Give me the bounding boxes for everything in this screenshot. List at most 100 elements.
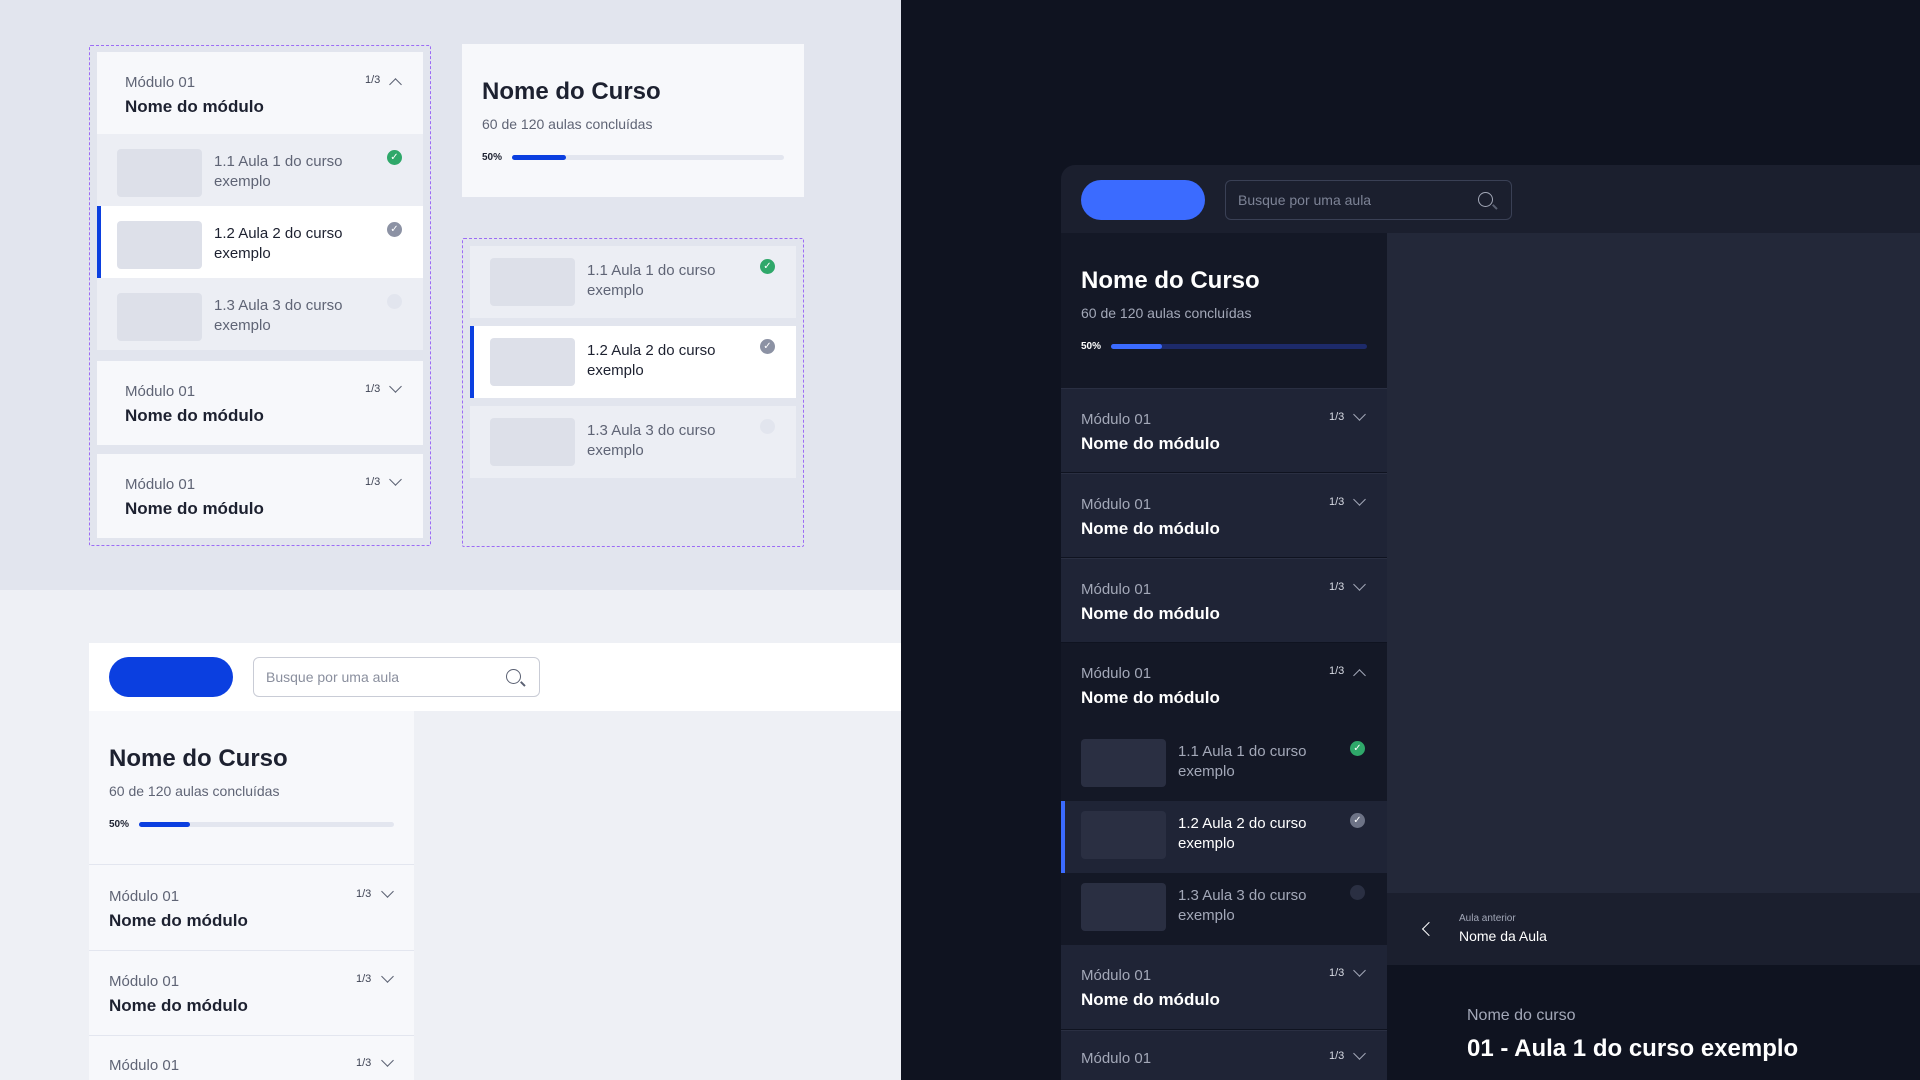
module-number: Módulo 01	[1081, 967, 1152, 984]
check-circle-icon: ✓	[1350, 741, 1365, 756]
check-circle-icon: ✓	[760, 339, 775, 354]
circle-icon	[387, 294, 402, 309]
search-icon[interactable]	[1478, 192, 1493, 207]
module-number: Módulo 01	[109, 888, 180, 905]
module-header[interactable]: Módulo 01 Nome do módulo 1/3	[1061, 558, 1387, 642]
module-number: Módulo 01	[1081, 1050, 1152, 1067]
chevron-down-icon[interactable]	[389, 473, 402, 486]
lesson-title: 1.3 Aula 3 do curso exemplo	[214, 297, 343, 334]
module-header[interactable]: Módulo 01 Nome do módulo 1/3	[1061, 388, 1387, 472]
check-circle-icon: ✓	[387, 150, 402, 165]
module-header[interactable]: Módulo 01 Nome do módulo 1/3	[89, 951, 414, 1035]
module-header[interactable]: Módulo 01 Nome do módulo 1/3	[97, 361, 423, 445]
module-name: Nome do módulo	[1081, 688, 1220, 707]
module-name: Nome do módulo	[1081, 990, 1220, 1009]
course-title: Nome do Curso	[1081, 267, 1260, 294]
module-count: 1/3	[1329, 411, 1345, 423]
lesson-title: 1.1 Aula 1 do curso exemplo	[587, 262, 716, 299]
module-header[interactable]: Módulo 01 Nome do módulo 1/3	[1061, 945, 1387, 1029]
module-count: 1/3	[365, 74, 381, 86]
video-area[interactable]	[1387, 233, 1920, 893]
lesson-item[interactable]: 1.1 Aula 1 do curso exemplo ✓	[1061, 729, 1387, 801]
module-count: 1/3	[356, 973, 372, 985]
check-circle-icon: ✓	[1350, 813, 1365, 828]
module-count: 1/3	[356, 888, 372, 900]
lesson-item[interactable]: 1.1 Aula 1 do curso exemplo ✓	[97, 134, 423, 206]
progress-percent: 50%	[109, 819, 130, 830]
player-lesson-title: 01 - Aula 1 do curso exemplo	[1467, 1035, 1799, 1062]
course-progress-text: 60 de 120 aulas concluídas	[109, 783, 280, 799]
chevron-down-icon[interactable]	[389, 380, 402, 393]
course-progress-text: 60 de 120 aulas concluídas	[1081, 305, 1252, 321]
lesson-item-selected[interactable]: 1.2 Aula 2 do curso exemplo ✓	[1061, 801, 1387, 873]
lesson-item-selected[interactable]: 1.2 Aula 2 do curso exemplo ✓	[470, 326, 796, 398]
chevron-left-icon[interactable]	[1421, 921, 1437, 937]
lesson-thumbnail	[117, 293, 202, 341]
module-count: 1/3	[365, 476, 381, 488]
module-count: 1/3	[1329, 496, 1345, 508]
module-name: Nome do módulo	[109, 996, 248, 1015]
module-header[interactable]: Módulo 01 Nome do módulo 1/3	[97, 454, 423, 538]
chevron-up-icon[interactable]	[1353, 669, 1366, 682]
module-header[interactable]: Módulo 01 1/3	[89, 1036, 414, 1080]
course-progress-text: 60 de 120 aulas concluídas	[482, 116, 653, 132]
lesson-thumbnail	[1081, 739, 1166, 787]
lesson-thumbnail	[490, 258, 575, 306]
search-input[interactable]: Busque por uma aula	[253, 657, 540, 697]
module-number: Módulo 01	[109, 1057, 180, 1074]
module-count: 1/3	[365, 383, 381, 395]
course-header-card: Nome do Curso 60 de 120 aulas concluídas…	[462, 44, 804, 197]
chevron-down-icon[interactable]	[1353, 1047, 1366, 1060]
module-name: Nome do módulo	[125, 406, 264, 425]
lesson-item[interactable]: 1.3 Aula 3 do curso exemplo	[1061, 873, 1387, 945]
chevron-down-icon[interactable]	[1353, 964, 1366, 977]
search-icon[interactable]	[506, 669, 521, 684]
lesson-title: 1.3 Aula 3 do curso exemplo	[587, 422, 716, 459]
module-header-expanded[interactable]: Módulo 01 Nome do módulo 1/3	[1061, 643, 1387, 729]
chevron-down-icon[interactable]	[381, 1054, 394, 1067]
primary-button[interactable]	[109, 657, 233, 697]
module-header[interactable]: Módulo 01 Nome do módulo 1/3	[89, 866, 414, 950]
module-number: Módulo 01	[1081, 496, 1152, 513]
selected-indicator	[97, 206, 101, 278]
module-number: Módulo 01	[125, 383, 196, 400]
module-header[interactable]: Módulo 01 1/3	[1061, 1030, 1387, 1080]
lesson-thumbnail	[117, 221, 202, 269]
lesson-title: 1.2 Aula 2 do curso exemplo	[587, 342, 716, 379]
lesson-item[interactable]: 1.3 Aula 3 do curso exemplo	[470, 406, 796, 478]
selected-indicator	[470, 326, 474, 398]
lesson-item[interactable]: 1.1 Aula 1 do curso exemplo ✓	[470, 246, 796, 318]
module-name: Nome do módulo	[125, 97, 264, 116]
lesson-title: 1.2 Aula 2 do curso exemplo	[1178, 815, 1307, 852]
progress-fill	[512, 155, 567, 160]
module-name: Nome do módulo	[1081, 434, 1220, 453]
chevron-down-icon[interactable]	[1353, 578, 1366, 591]
lesson-item-selected[interactable]: 1.2 Aula 2 do curso exemplo ✓	[97, 206, 423, 278]
circle-icon	[760, 419, 775, 434]
sidebar-dark: Nome do Curso 60 de 120 aulas concluídas…	[1061, 233, 1387, 388]
module-name: Nome do módulo	[1081, 519, 1220, 538]
module-header-expanded[interactable]: Módulo 01 Nome do módulo 1/3	[97, 52, 423, 134]
chevron-down-icon[interactable]	[1353, 408, 1366, 421]
chevron-down-icon[interactable]	[381, 970, 394, 983]
prev-lesson-name: Nome da Aula	[1459, 928, 1547, 944]
primary-button[interactable]	[1081, 180, 1205, 220]
chevron-down-icon[interactable]	[1353, 493, 1366, 506]
chevron-down-icon[interactable]	[381, 885, 394, 898]
progress-percent: 50%	[482, 152, 503, 163]
selected-indicator	[1061, 801, 1065, 873]
progress-fill	[1111, 344, 1163, 349]
chevron-up-icon[interactable]	[389, 78, 402, 91]
module-header[interactable]: Módulo 01 Nome do módulo 1/3	[1061, 473, 1387, 557]
lesson-title: 1.2 Aula 2 do curso exemplo	[214, 225, 343, 262]
previous-lesson-nav[interactable]: Aula anterior Nome da Aula	[1387, 893, 1920, 965]
lesson-thumbnail	[1081, 883, 1166, 931]
lesson-thumbnail	[117, 149, 202, 197]
lesson-item[interactable]: 1.3 Aula 3 do curso exemplo	[97, 278, 423, 350]
progress-bar	[1111, 344, 1367, 349]
divider	[89, 864, 414, 865]
module-number: Módulo 01	[109, 973, 180, 990]
module-count: 1/3	[1329, 581, 1345, 593]
check-circle-icon: ✓	[760, 259, 775, 274]
search-input[interactable]: Busque por uma aula	[1225, 180, 1512, 220]
